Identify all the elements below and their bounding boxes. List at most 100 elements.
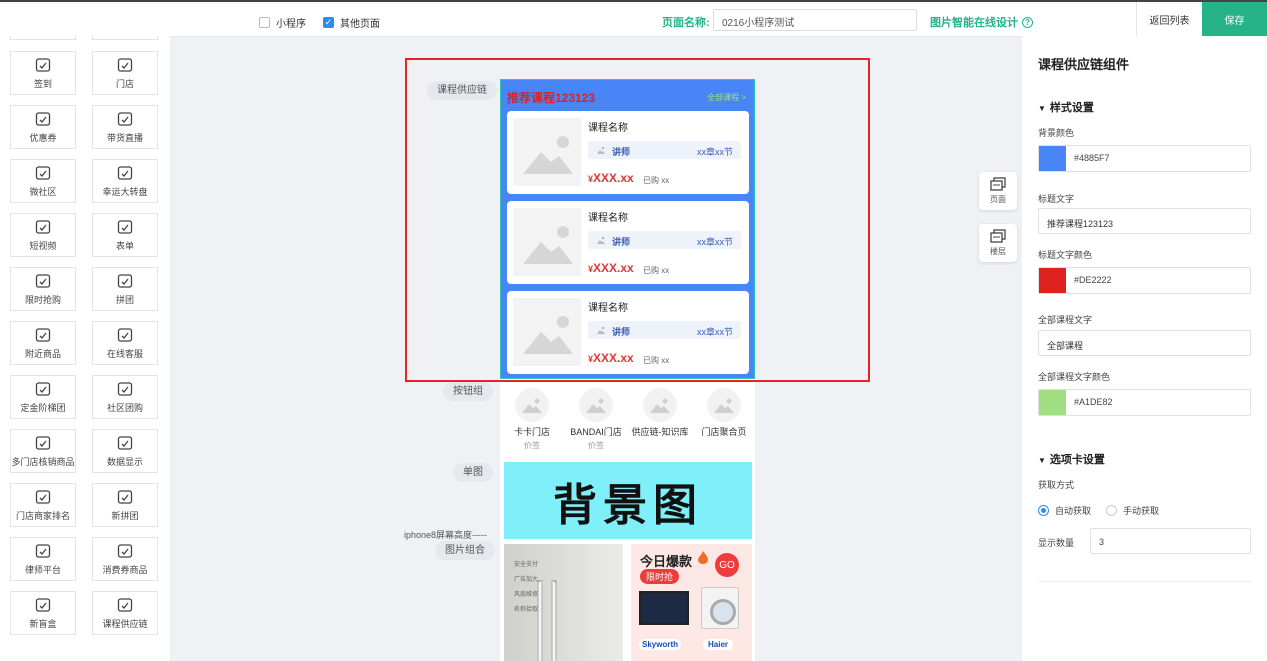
component-label: 表单 <box>115 240 134 251</box>
settings-title: 课程供应链组件 <box>1038 57 1130 72</box>
component-item[interactable] <box>92 36 158 40</box>
deposit-icon <box>35 381 51 401</box>
image-placeholder-icon <box>707 388 741 422</box>
smart-design-label: 图片智能在线设计 <box>930 17 1018 29</box>
settings-panel: 课程供应链组件 ▼ 样式设置 背景颜色 #4885F7 标题文字 推荐课程1231… <box>1022 36 1267 661</box>
all-text-input[interactable]: 全部课程 <box>1038 330 1251 356</box>
checkbox-box[interactable] <box>259 17 270 28</box>
tab-section-header[interactable]: ▼ 选项卡设置 <box>1038 451 1105 467</box>
bg-color-value[interactable]: #4885F7 <box>1074 153 1110 163</box>
all-color-value[interactable]: #A1DE82 <box>1074 397 1113 407</box>
component-item[interactable]: 新盲盒 <box>10 591 76 635</box>
title-text-input[interactable]: 推荐课程123123 <box>1038 208 1251 234</box>
book-icon <box>117 597 133 617</box>
button-subtitle: 价签 <box>588 441 604 450</box>
iphone8-height-marker: iphone8屏幕高度----- <box>404 530 488 540</box>
mini-program-label: 小程序 <box>276 19 306 30</box>
component-item[interactable]: 消费券商品 <box>92 537 158 581</box>
button-group-item[interactable]: 供应链-知识库 <box>628 384 692 440</box>
save-button[interactable]: 保存 <box>1202 2 1267 37</box>
lightning-icon <box>35 273 51 293</box>
component-label: 幸运大转盘 <box>102 186 148 197</box>
other-pages-checkbox[interactable]: ✓ 其他页面 <box>323 15 380 30</box>
layers-tool-label: 楼层 <box>990 247 1006 256</box>
layers-tool-button[interactable]: 楼层 <box>979 224 1017 262</box>
component-item[interactable]: 定金阶梯团 <box>10 375 76 419</box>
single-image-tag[interactable]: 单图 <box>453 463 493 482</box>
radio-icon[interactable] <box>1106 505 1117 516</box>
button-group-item[interactable]: 门店聚合页 <box>692 384 755 440</box>
button-name: 卡卡门店 <box>513 427 550 437</box>
component-item[interactable] <box>10 36 76 40</box>
button-group-tag[interactable]: 按钮组 <box>443 382 493 401</box>
component-item[interactable]: 表单 <box>92 213 158 257</box>
bg-color-swatch[interactable] <box>1039 146 1066 171</box>
component-item[interactable]: 幸运大转盘 <box>92 159 158 203</box>
component-item[interactable]: 门店 <box>92 51 158 95</box>
display-count-input[interactable]: 3 <box>1090 528 1251 554</box>
button-group-item[interactable]: 卡卡门店 价签 <box>500 384 564 451</box>
component-item[interactable]: 拼团 <box>92 267 158 311</box>
component-item[interactable]: 数据显示 <box>92 429 158 473</box>
page-tool-button[interactable]: 页面 <box>979 172 1017 210</box>
component-label: 新拼团 <box>111 510 139 521</box>
component-item[interactable]: 在线客服 <box>92 321 158 365</box>
brand-logo-skyworth: Skyworth <box>639 639 682 650</box>
page-name-input[interactable]: 0216小程序测试 <box>713 9 917 31</box>
component-item[interactable]: 短视频 <box>10 213 76 257</box>
component-label: 带货直播 <box>106 132 143 143</box>
component-label: 数据显示 <box>106 456 143 467</box>
component-item[interactable]: 带货直播 <box>92 105 158 149</box>
checkbox-checked-icon[interactable]: ✓ <box>323 17 334 28</box>
component-item[interactable]: 律师平台 <box>10 537 76 581</box>
button-name: 供应链-知识库 <box>631 427 689 437</box>
auto-fetch-label: 自动获取 <box>1055 506 1092 516</box>
headset-icon <box>117 327 133 347</box>
auto-fetch-radio[interactable]: 自动获取 <box>1038 504 1091 517</box>
tab-section-title: 选项卡设置 <box>1049 454 1105 466</box>
component-item[interactable]: 签到 <box>10 51 76 95</box>
triangle-down-icon: ▼ <box>1038 104 1046 113</box>
gift-box-icon <box>35 597 51 617</box>
smart-design-link[interactable]: 图片智能在线设计 ? <box>930 14 1033 30</box>
component-item[interactable]: 多门店核销商品 <box>10 429 76 473</box>
air-purifier-image <box>537 580 557 661</box>
image-placeholder-icon <box>579 388 613 422</box>
title-color-label: 标题文字颜色 <box>1038 250 1093 260</box>
data-grid-icon <box>117 435 133 455</box>
help-icon[interactable]: ? <box>1022 16 1033 28</box>
style-section-header[interactable]: ▼ 样式设置 <box>1038 99 1094 115</box>
component-item[interactable]: 微社区 <box>10 159 76 203</box>
radio-selected-icon[interactable] <box>1038 505 1049 516</box>
button-group-item[interactable]: BANDAI门店 价签 <box>564 384 628 451</box>
fetch-method-label: 获取方式 <box>1038 480 1075 490</box>
component-label: 消费券商品 <box>102 564 148 575</box>
component-item[interactable]: 附近商品 <box>10 321 76 365</box>
component-item[interactable]: 门店商家排名 <box>10 483 76 527</box>
flash-sale-badge: 限时抢 <box>640 569 680 584</box>
page-icon <box>990 177 1006 191</box>
bg-color-picker[interactable]: #4885F7 <box>1038 145 1251 172</box>
title-color-swatch[interactable] <box>1039 268 1066 293</box>
component-item[interactable]: 优惠券 <box>10 105 76 149</box>
back-to-list-button[interactable]: 返回列表 <box>1136 2 1202 37</box>
component-item[interactable]: 社区团购 <box>92 375 158 419</box>
component-item[interactable]: 限时抢购 <box>10 267 76 311</box>
button-group-component[interactable]: 卡卡门店 价签 BANDAI门店 价签 供应链-知识库 门店聚合页 <box>500 384 755 454</box>
component-item[interactable]: 课程供应链 <box>92 591 158 635</box>
manual-fetch-radio[interactable]: 手动获取 <box>1106 504 1159 517</box>
style-section-title: 样式设置 <box>1049 102 1094 114</box>
go-badge: GO <box>715 553 739 577</box>
component-item[interactable]: 新拼团 <box>92 483 158 527</box>
single-image-banner[interactable]: 背景图 <box>504 462 752 539</box>
image-combo-tag[interactable]: 图片组合 <box>435 541 495 560</box>
component-label: 定金阶梯团 <box>20 402 66 413</box>
combo-image-right[interactable]: 今日爆款 限时抢 GO Skyworth Haier <box>631 544 752 661</box>
title-color-picker[interactable]: #DE2222 <box>1038 267 1251 294</box>
component-panel: 签到 门店 优惠券 带货直播微社区 幸运大转盘短视频 表单限时抢购 拼团 附近商品 在线客服定金… <box>0 36 170 661</box>
all-color-swatch[interactable] <box>1039 390 1066 415</box>
mini-program-checkbox[interactable]: 小程序 <box>259 15 306 30</box>
all-color-picker[interactable]: #A1DE82 <box>1038 389 1251 416</box>
title-color-value[interactable]: #DE2222 <box>1074 275 1112 285</box>
combo-image-left[interactable]: 安全支付 广告加大 风扇维修 名称拾取 <box>504 544 623 661</box>
